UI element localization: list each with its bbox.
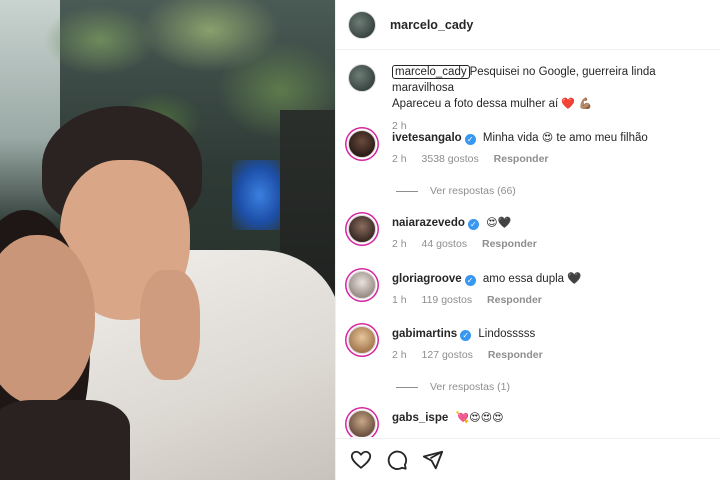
author-username[interactable]: marcelo_cady: [390, 18, 473, 32]
comment-time: 2 h: [392, 238, 407, 250]
comment-likes[interactable]: 44 gostos: [422, 238, 468, 250]
caption-emoji: ❤️ 💪🏽: [561, 97, 593, 110]
caption-avatar[interactable]: [348, 64, 376, 92]
commenter-avatar[interactable]: [348, 326, 376, 354]
commenter-avatar[interactable]: [348, 130, 376, 158]
photo-woman-top: [0, 400, 130, 480]
reply-button[interactable]: Responder: [494, 153, 549, 165]
divider: [396, 386, 418, 388]
caption-username[interactable]: marcelo_cady: [392, 65, 470, 79]
reply-button[interactable]: Responder: [487, 294, 542, 306]
comment-text-after: te amo meu filhão: [556, 132, 648, 144]
comments-list[interactable]: marcelo_cady Pesquisei no Google, guerrei…: [336, 52, 720, 437]
divider: [396, 190, 418, 192]
commenter-avatar[interactable]: [348, 410, 376, 437]
comment-username[interactable]: naiarazevedo: [392, 217, 465, 229]
share-icon[interactable]: [422, 449, 444, 471]
comment-username[interactable]: ivetesangalo: [392, 132, 462, 144]
comment-time: 2 h: [392, 349, 407, 361]
photo-woman-hand: [140, 270, 200, 380]
comment-username[interactable]: gabimartins: [392, 328, 457, 340]
author-avatar[interactable]: [348, 10, 376, 39]
verified-badge-icon: ✓: [460, 330, 472, 341]
reply-button[interactable]: Responder: [482, 238, 537, 250]
comment-icon[interactable]: [386, 449, 408, 471]
view-replies-button[interactable]: Ver respostas (66): [396, 185, 516, 197]
comment-time: 2 h: [392, 153, 407, 165]
comment-likes[interactable]: 127 gostos: [422, 349, 473, 361]
post-header: marcelo_cady: [336, 0, 720, 50]
post-actions-bar: [336, 438, 720, 480]
reply-button[interactable]: Responder: [488, 349, 543, 361]
view-replies-button[interactable]: Ver respostas (1): [396, 381, 510, 393]
view-replies-label: Ver respostas (66): [430, 185, 516, 197]
view-replies-label: Ver respostas (1): [430, 381, 510, 393]
commenter-avatar[interactable]: [348, 215, 376, 243]
caption-text-line2: Apareceu a foto dessa mulher aí: [392, 98, 559, 110]
comment-likes[interactable]: 119 gostos: [422, 294, 473, 306]
comment-text: Lindosssss: [478, 328, 536, 340]
verified-badge-icon: ✓: [464, 134, 476, 145]
comment-likes[interactable]: 3538 gostos: [422, 153, 479, 165]
verified-badge-icon: ✓: [467, 219, 479, 230]
comment-text: Minha vida: [482, 132, 539, 144]
comment-text: amo essa dupla 🖤: [482, 273, 582, 285]
comment-text: 💘😍😍😍: [455, 411, 504, 424]
comment-time: 1 h: [392, 294, 407, 306]
comment-emoji: 😍: [541, 131, 554, 144]
verified-badge-icon: ✓: [464, 275, 476, 286]
comment-username[interactable]: gloriagroove: [392, 273, 462, 285]
comment-username[interactable]: gabs_ispe: [392, 412, 448, 424]
comment-text: 😍🖤: [486, 216, 512, 229]
photo-background-blue-light: [232, 160, 287, 230]
post-side-panel: marcelo_cady marcelo_cady Pesquisei no Go…: [335, 0, 720, 480]
heart-icon[interactable]: [350, 449, 372, 471]
commenter-avatar[interactable]: [348, 271, 376, 299]
post-photo[interactable]: [0, 0, 335, 480]
